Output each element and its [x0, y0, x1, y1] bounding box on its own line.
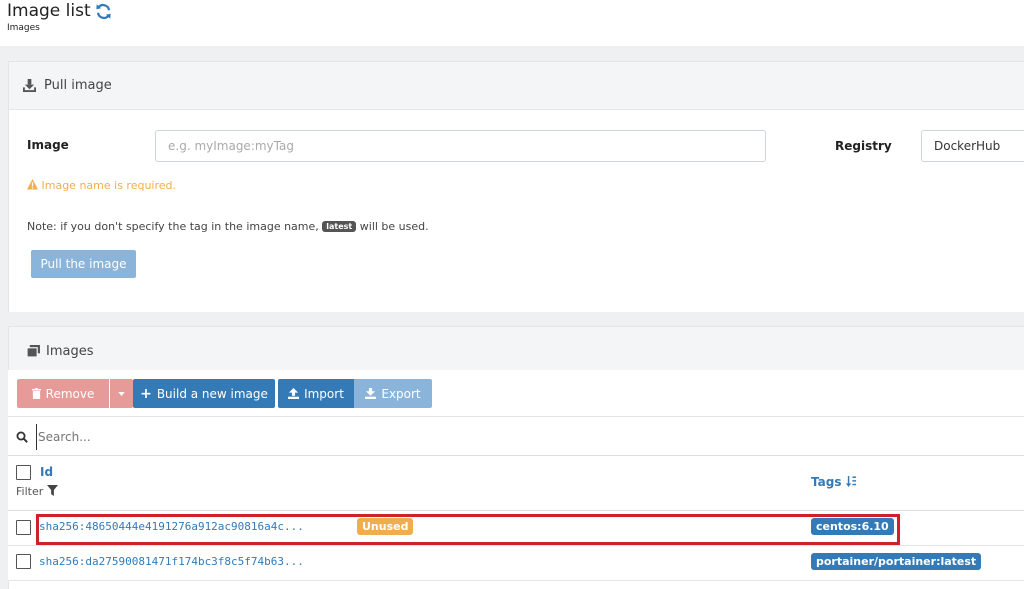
- registry-select[interactable]: DockerHub: [921, 130, 1024, 162]
- download-icon: [23, 79, 36, 92]
- row-checkbox[interactable]: [16, 520, 31, 535]
- registry-label: Registry: [835, 139, 892, 153]
- image-required-warning: Image name is required.: [27, 179, 176, 192]
- remove-button-label: Remove: [45, 386, 95, 401]
- search-input[interactable]: [36, 424, 640, 450]
- caret-down-icon: [118, 391, 125, 396]
- pull-image-title: Pull image: [44, 78, 112, 93]
- images-toolbar: Remove + Build a new image Import Export: [8, 370, 1024, 417]
- remove-dropdown-toggle[interactable]: [110, 379, 133, 408]
- search-bar: [8, 417, 1024, 456]
- remove-button[interactable]: Remove: [17, 379, 109, 408]
- images-icon: [27, 345, 40, 357]
- page-header: Image list Images: [0, 0, 1024, 46]
- images-panel-header: Images: [9, 327, 1024, 370]
- warning-text: Image name is required.: [41, 179, 177, 192]
- image-tag-badge: portainer/portainer:latest: [811, 553, 982, 570]
- sort-icon: [845, 476, 856, 487]
- filter-label: Filter: [16, 485, 44, 498]
- warning-icon: [27, 179, 38, 190]
- refresh-icon[interactable]: [95, 3, 112, 20]
- table-header: Id Filter Tags: [8, 456, 1024, 512]
- breadcrumb: Images: [7, 23, 40, 33]
- pull-image-button-label: Pull the image: [40, 257, 127, 271]
- images-title: Images: [46, 344, 94, 359]
- tag-note: Note: if you don't specify the tag in th…: [27, 220, 429, 233]
- build-image-button-label: Build a new image: [156, 386, 268, 401]
- page-title: Image list: [7, 1, 91, 21]
- export-button-label: Export: [381, 386, 421, 401]
- download-icon: [365, 388, 377, 399]
- tags-header-label: Tags: [811, 475, 842, 489]
- image-id-link[interactable]: sha256:da27590081471f174bc3f8c5f74b63...: [39, 555, 304, 568]
- latest-tag-label: latest: [322, 221, 357, 232]
- export-button[interactable]: Export: [354, 379, 432, 408]
- row-checkbox[interactable]: [16, 554, 31, 569]
- pull-image-panel-header: Pull image: [9, 62, 1024, 110]
- pull-image-button[interactable]: Pull the image: [31, 250, 136, 278]
- id-column-header[interactable]: Id: [40, 465, 53, 479]
- search-icon: [16, 431, 28, 443]
- plus-icon: +: [140, 385, 152, 402]
- import-button[interactable]: Import: [278, 379, 354, 408]
- pull-image-panel: Pull image Image Registry DockerHub Imag…: [8, 61, 1024, 312]
- upload-icon: [288, 388, 300, 399]
- table-row: sha256:da27590081471f174bc3f8c5f74b63...…: [8, 546, 1024, 581]
- import-button-label: Import: [304, 386, 344, 401]
- build-image-button[interactable]: + Build a new image: [133, 379, 275, 408]
- filter-icon: [46, 485, 58, 496]
- registry-selected-value: DockerHub: [934, 139, 1001, 153]
- note-suffix: will be used.: [359, 220, 429, 233]
- trash-icon: [31, 388, 41, 399]
- filter-control[interactable]: Filter: [16, 485, 58, 498]
- highlight-box: [36, 514, 900, 545]
- tags-column-header[interactable]: Tags: [811, 475, 857, 489]
- image-label: Image: [27, 138, 69, 152]
- note-prefix: Note: if you don't specify the tag in th…: [27, 220, 319, 233]
- image-input[interactable]: [155, 130, 766, 162]
- select-all-checkbox[interactable]: [16, 465, 31, 480]
